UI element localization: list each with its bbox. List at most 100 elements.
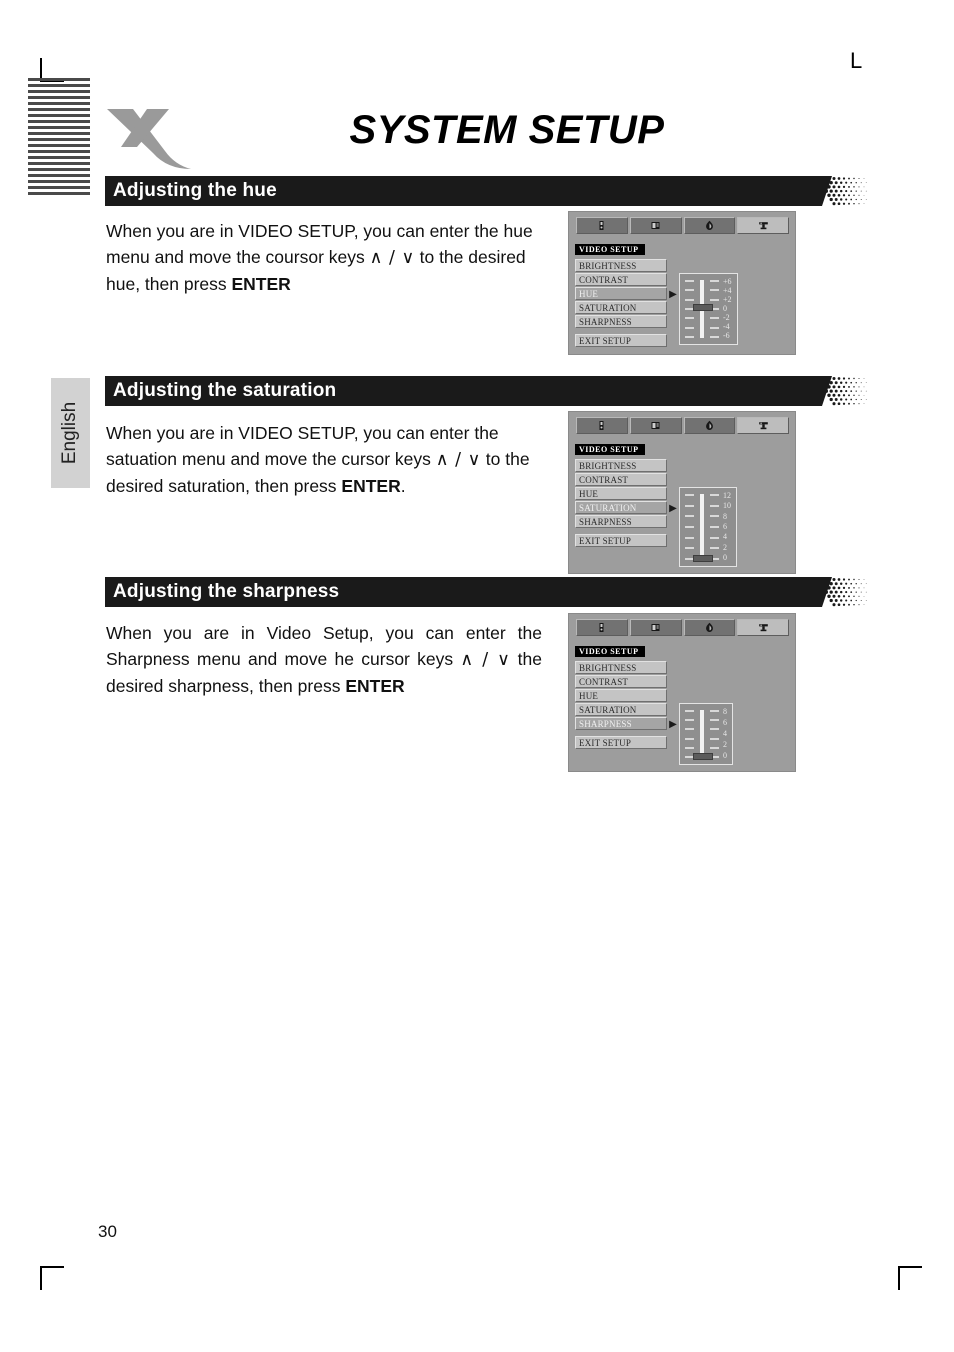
- scale-labels: 12 10 8 6 4 2 0: [723, 492, 731, 562]
- osd-screenshot: VIDEO SETUP BRIGHTNESS CONTRAST HUE SATURATI…: [568, 411, 796, 574]
- scale-tick: [685, 710, 694, 712]
- scale-label: 0: [723, 552, 727, 562]
- scale-tick: [685, 536, 694, 539]
- section-heading-text: Adjusting the sharpness: [113, 581, 340, 602]
- osd-value-scale[interactable]: 12 10 8 6 4 2 0: [679, 487, 737, 567]
- osd-menu-item-contrast[interactable]: CONTRAST: [575, 675, 667, 688]
- osd-selection-pointer-icon: ▶: [669, 719, 677, 730]
- scale-tick: [685, 298, 694, 301]
- scale-label: 4: [723, 729, 727, 738]
- osd-tab-general-setup[interactable]: [576, 417, 628, 434]
- osd-tab-video-setup[interactable]: [737, 619, 789, 636]
- osd-exit-setup-item[interactable]: EXIT SETUP: [575, 334, 667, 347]
- osd-menu-item-hue[interactable]: HUE: [575, 287, 667, 300]
- scale-tick: [685, 317, 694, 320]
- osd-menu-item-hue[interactable]: HUE: [575, 689, 667, 702]
- osd-menu-item-sharpness[interactable]: SHARPNESS: [575, 515, 667, 528]
- scale-label: 0: [723, 304, 727, 313]
- halftone-decoration: [822, 376, 870, 406]
- crop-mark-bottom-right: [898, 1266, 922, 1290]
- scale-tick: [710, 547, 719, 550]
- osd-menu-item-saturation[interactable]: SATURATION: [575, 703, 667, 716]
- osd-value-scale[interactable]: +6 +4 +2 0 -2 -4 -6: [679, 273, 738, 345]
- scale-ticks-right: [710, 492, 719, 562]
- osd-tab-dolby-setup[interactable]: [683, 217, 736, 234]
- osd-menu-list: BRIGHTNESS CONTRAST HUE SATURATION SHARPNESS…: [575, 661, 667, 750]
- scale-knob[interactable]: [693, 555, 713, 562]
- osd-menu-item-brightness[interactable]: BRIGHTNESS: [575, 661, 667, 674]
- osd-tab-audio-setup[interactable]: [629, 619, 682, 636]
- osd-menu-item-saturation[interactable]: SATURATION: [575, 501, 667, 514]
- osd-selection-pointer-icon: ▶: [669, 289, 677, 300]
- scale-tick: [710, 746, 719, 749]
- general-setup-icon: [596, 420, 607, 431]
- scale-label: -2: [723, 313, 730, 322]
- video-setup-icon: [758, 420, 769, 431]
- scale-label: -4: [723, 322, 730, 331]
- osd-body: BRIGHTNESS CONTRAST HUE SATURATION SHARPNESS…: [575, 661, 789, 765]
- scale-tick: [710, 298, 719, 301]
- enter-key-label: ENTER: [231, 274, 291, 294]
- scale-tick: [685, 525, 694, 528]
- scale-tick: [685, 280, 694, 282]
- osd-tab-audio-setup[interactable]: [629, 217, 682, 234]
- osd-tab-video-setup[interactable]: [737, 217, 789, 234]
- enter-key-label: ENTER: [345, 676, 405, 696]
- osd-title: VIDEO SETUP: [575, 244, 645, 255]
- osd-menu-item-contrast[interactable]: CONTRAST: [575, 273, 667, 286]
- osd-menu-item-sharpness[interactable]: SHARPNESS: [575, 315, 667, 328]
- scale-tick: [685, 289, 694, 292]
- osd-tab-dolby-setup[interactable]: [683, 417, 736, 434]
- osd-tab-bar: [576, 417, 789, 434]
- audio-setup-icon: [650, 622, 661, 633]
- scale-label: 8: [723, 707, 727, 716]
- scale-tick: [685, 728, 694, 731]
- scale-rail: [693, 280, 713, 338]
- osd-screenshot: VIDEO SETUP BRIGHTNESS CONTRAST HUE SATURATI…: [568, 613, 796, 772]
- scale-tick: [685, 719, 694, 722]
- scale-tick: [710, 504, 719, 507]
- osd-menu-item-brightness[interactable]: BRIGHTNESS: [575, 259, 667, 272]
- scale-label: 0: [723, 751, 727, 760]
- section-heading-bar: Adjusting the saturation: [105, 376, 867, 406]
- osd-exit-setup-item[interactable]: EXIT SETUP: [575, 534, 667, 547]
- osd-screenshot: VIDEO SETUP BRIGHTNESS CONTRAST HUE SATURATI…: [568, 211, 796, 355]
- osd-menu-item-saturation[interactable]: SATURATION: [575, 301, 667, 314]
- osd-scale-wrapper: 12 10 8 6 4 2 0: [679, 459, 737, 567]
- scale-label: 2: [723, 542, 727, 552]
- cursor-keys-glyph: ∧ / ∨: [435, 450, 481, 470]
- osd-menu-item-contrast[interactable]: CONTRAST: [575, 473, 667, 486]
- scale-tick: [685, 504, 694, 507]
- osd-body: BRIGHTNESS CONTRAST HUE SATURATION SHARPNESS…: [575, 459, 789, 567]
- language-side-tab-label: English: [59, 401, 81, 465]
- osd-value-scale[interactable]: 8 6 4 2 0: [679, 703, 733, 765]
- osd-tab-dolby-setup[interactable]: [683, 619, 736, 636]
- osd-menu-list: BRIGHTNESS CONTRAST HUE SATURATION SHARPNESS…: [575, 259, 667, 348]
- general-setup-icon: [596, 220, 607, 231]
- osd-menu-item-brightness[interactable]: BRIGHTNESS: [575, 459, 667, 472]
- osd-selection-pointer-icon: ▶: [669, 503, 677, 514]
- osd-menu-item-hue[interactable]: HUE: [575, 487, 667, 500]
- osd-exit-setup-item[interactable]: EXIT SETUP: [575, 736, 667, 749]
- scale-tick: [710, 289, 719, 292]
- scale-knob[interactable]: [693, 753, 713, 760]
- audio-setup-icon: [650, 420, 661, 431]
- section-heading-bar: Adjusting the sharpness: [105, 577, 867, 607]
- scale-tick: [685, 335, 694, 338]
- osd-tab-bar: [576, 619, 789, 636]
- scale-knob[interactable]: [693, 304, 713, 311]
- page-title: SYSTEM SETUP: [349, 108, 665, 152]
- osd-title: VIDEO SETUP: [575, 444, 645, 455]
- scale-tick: [710, 335, 719, 338]
- osd-tab-video-setup[interactable]: [737, 417, 789, 434]
- section-heading-bar: Adjusting the hue: [105, 176, 867, 206]
- body-text-run: .: [400, 476, 406, 496]
- osd-tab-bar: [576, 217, 789, 234]
- scale-tick: [710, 728, 719, 731]
- scale-tick: [710, 317, 719, 320]
- osd-tab-general-setup[interactable]: [576, 619, 628, 636]
- osd-menu-item-sharpness[interactable]: SHARPNESS: [575, 717, 667, 730]
- osd-tab-general-setup[interactable]: [576, 217, 628, 234]
- halftone-decoration: [822, 577, 870, 607]
- osd-tab-audio-setup[interactable]: [629, 417, 682, 434]
